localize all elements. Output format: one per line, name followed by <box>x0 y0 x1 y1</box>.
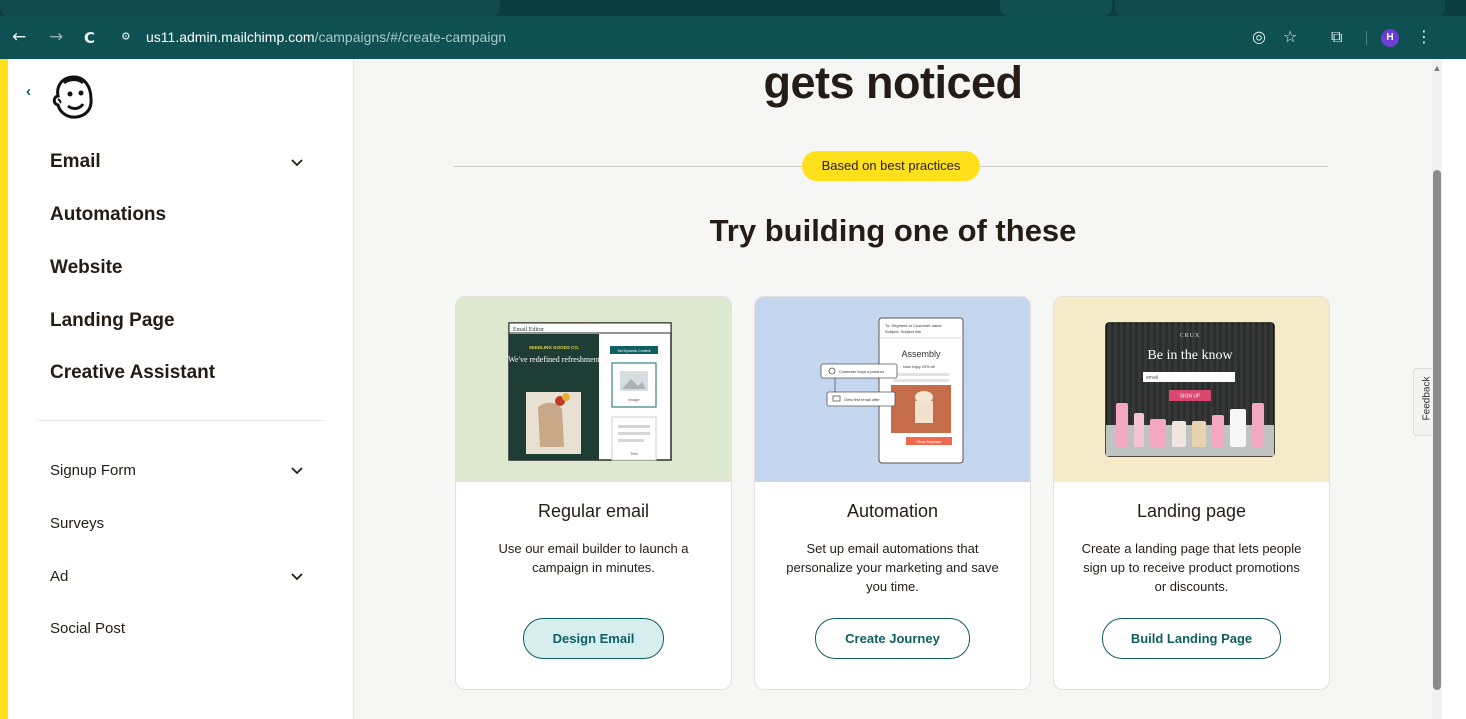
card-landing-page: CRUX Be in the know email SIGN UP Landin… <box>1053 296 1330 690</box>
art-brand: CRUX <box>1180 333 1201 339</box>
eye-off-icon[interactable]: ◎ <box>1252 27 1266 47</box>
sidebar-item-email[interactable]: Email <box>50 151 101 173</box>
hero-title: gets noticed <box>763 57 1023 108</box>
card-description: Set up email automations that personaliz… <box>786 541 999 594</box>
sidebar-item-signup-form[interactable]: Signup Form <box>50 462 136 479</box>
url-path: /campaigns/#/create-campaign <box>314 29 507 45</box>
toolbar-divider <box>1366 31 1367 45</box>
chevron-down-icon[interactable] <box>290 463 304 477</box>
art-meta-subject: Subject: Subject line <box>885 329 922 334</box>
main-content: gets noticed Based on best practices Try… <box>354 57 1432 719</box>
sidebar-divider <box>38 420 323 421</box>
art-meta-to: To: Segment or Customer name <box>885 323 942 328</box>
chevron-down-icon[interactable] <box>290 155 304 169</box>
sidebar-item-website[interactable]: Website <box>50 257 123 279</box>
left-accent-bar <box>0 59 8 719</box>
card-automation: To: Segment or Customer name Subject: Su… <box>754 296 1031 690</box>
art-text-label: Text <box>630 451 638 456</box>
site-settings-icon[interactable]: ⚙ <box>122 29 130 44</box>
sidebar: ‹ Email Automations Website Landing Page… <box>8 59 354 719</box>
create-journey-button[interactable]: Create Journey <box>815 618 970 659</box>
scrollbar-thumb[interactable] <box>1433 170 1441 690</box>
address-bar[interactable]: ⚙ us11.admin.mailchimp.com/campaigns/#/c… <box>112 23 1112 52</box>
url-text: us11.admin.mailchimp.com/campaigns/#/cre… <box>146 29 506 45</box>
card-description: Use our email builder to launch a campai… <box>498 541 689 575</box>
sidebar-item-automations[interactable]: Automations <box>50 204 166 226</box>
card-title: Regular email <box>537 501 650 521</box>
extensions-puzzle-icon[interactable]: ⧉ <box>1331 27 1342 47</box>
art-cta: Shop Anyways <box>917 440 942 444</box>
sidebar-item-surveys[interactable]: Surveys <box>50 515 104 532</box>
window-right-edge <box>1442 59 1466 719</box>
art-headline: We've redefined refreshment <box>508 355 601 364</box>
editor-label: Email Editor <box>513 327 544 333</box>
bookmark-star-icon[interactable]: ☆ <box>1283 27 1297 47</box>
art-chip: Set Dynamic Content <box>617 349 650 353</box>
collapse-sidebar-icon[interactable]: ‹ <box>26 83 31 100</box>
card-description: Create a landing page that lets people s… <box>1081 541 1302 594</box>
browser-tab[interactable] <box>1115 0 1445 16</box>
best-practices-badge: Based on best practices <box>802 151 980 181</box>
chevron-down-icon[interactable] <box>290 569 304 583</box>
card-regular-email: Email Editor SEEDLING GOODS CO. We've re… <box>455 296 732 690</box>
profile-avatar[interactable]: H <box>1381 29 1399 47</box>
sidebar-item-creative-assistant[interactable]: Creative Assistant <box>50 362 215 384</box>
art-promo: Now enjoy 20% off <box>903 365 936 369</box>
art-cta: SIGN UP <box>1180 394 1201 400</box>
art-step-1: Customer buys a product <box>839 369 885 374</box>
landing-page-illustration: CRUX Be in the know email SIGN UP <box>1054 297 1329 482</box>
feedback-label: Feedback <box>1421 376 1433 421</box>
build-landing-page-button[interactable]: Build Landing Page <box>1102 618 1281 659</box>
kebab-menu-icon[interactable]: ⋮ <box>1416 27 1432 47</box>
scroll-up-arrow-icon[interactable]: ▲ <box>1432 63 1442 73</box>
browser-toolbar: ← → C ⚙ us11.admin.mailchimp.com/campaig… <box>0 16 1466 59</box>
sidebar-item-landing-page[interactable]: Landing Page <box>50 310 175 332</box>
email-builder-illustration: Email Editor SEEDLING GOODS CO. We've re… <box>456 297 731 482</box>
page-scrollbar[interactable]: ▲ <box>1432 59 1442 719</box>
art-headline: Be in the know <box>1147 348 1233 363</box>
sidebar-item-ad[interactable]: Ad <box>50 568 68 585</box>
sidebar-item-social-post[interactable]: Social Post <box>50 620 125 637</box>
forward-arrow-icon[interactable]: → <box>49 27 63 47</box>
reload-icon[interactable]: C <box>84 28 95 48</box>
art-heading: Assembly <box>901 349 941 359</box>
url-host: us11.admin.mailchimp.com <box>146 29 315 45</box>
art-image-label: Image <box>628 397 640 402</box>
art-brand: SEEDLING GOODS CO. <box>529 345 579 350</box>
browser-tab-strip <box>0 0 1466 16</box>
automation-illustration: To: Segment or Customer name Subject: Su… <box>755 297 1030 482</box>
browser-tab[interactable] <box>0 0 500 16</box>
browser-tab-active[interactable] <box>1000 0 1112 16</box>
design-email-button[interactable]: Design Email <box>523 618 664 659</box>
card-title: Automation <box>846 501 939 521</box>
art-field: email <box>1146 375 1158 381</box>
card-title: Landing page <box>1136 501 1247 521</box>
section-title: Try building one of these <box>709 213 1077 248</box>
art-step-2: Gets first email offer <box>844 397 880 402</box>
mailchimp-logo-icon[interactable] <box>50 73 98 121</box>
back-arrow-icon[interactable]: ← <box>12 27 26 47</box>
